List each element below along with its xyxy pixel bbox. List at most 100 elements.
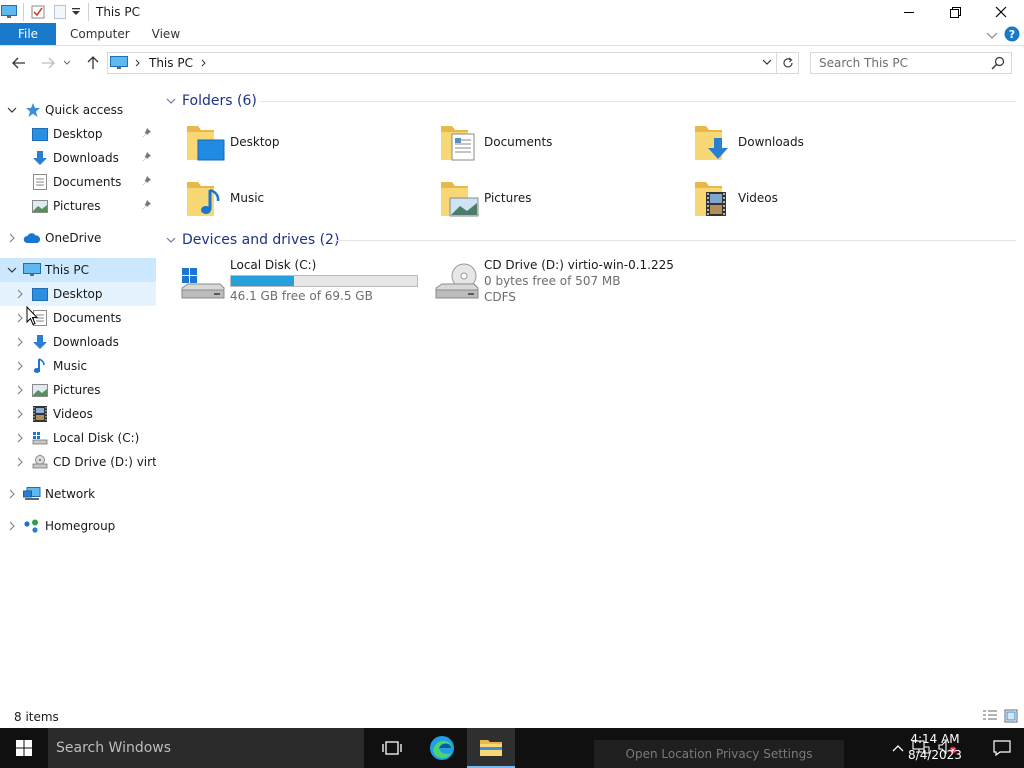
task-view-icon xyxy=(382,741,402,755)
drive-cd-d[interactable]: CD Drive (D:) virtio-win-0.1.225 0 bytes… xyxy=(434,258,734,310)
devices-group-header[interactable]: Devices and drives (2) xyxy=(166,230,339,250)
notification-icon xyxy=(993,740,1011,756)
minimize-button[interactable] xyxy=(886,0,932,24)
taskbar-search-text: Search Windows xyxy=(56,740,172,756)
help-icon[interactable]: ? xyxy=(1004,26,1020,45)
this-pc-icon xyxy=(110,56,128,70)
clock[interactable]: 4:14 AM 8/4/2023 xyxy=(908,731,962,763)
folder-music[interactable]: Music xyxy=(184,174,434,222)
taskbar-search[interactable]: Search Windows xyxy=(48,728,364,768)
tab-computer[interactable]: Computer xyxy=(56,23,144,45)
nav-label: Documents xyxy=(53,311,122,325)
folder-pictures[interactable]: Pictures xyxy=(438,174,688,222)
folder-desktop[interactable]: Desktop xyxy=(184,118,434,166)
chevron-right-icon[interactable] xyxy=(14,288,26,300)
nav-onedrive[interactable]: OneDrive xyxy=(0,226,156,250)
pin-icon[interactable] xyxy=(142,175,152,189)
nav-pc-videos[interactable]: Videos xyxy=(0,402,156,426)
location-privacy-toast[interactable]: Open Location Privacy Settings xyxy=(594,740,844,768)
folders-header-label: Folders (6) xyxy=(182,93,257,109)
this-pc-window-icon xyxy=(0,3,18,21)
nav-quick-downloads[interactable]: Downloads xyxy=(0,146,156,170)
details-view-icon[interactable] xyxy=(982,709,998,726)
nav-quick-access[interactable]: Quick access xyxy=(0,98,156,122)
show-hidden-icons-chevron-icon[interactable] xyxy=(892,741,904,755)
nav-label: Pictures xyxy=(53,199,101,213)
chevron-right-icon[interactable] xyxy=(14,360,26,372)
chevron-down-icon[interactable] xyxy=(6,264,18,276)
address-bar[interactable]: This PC xyxy=(107,52,777,74)
search-icon[interactable] xyxy=(991,56,1005,73)
new-folder-icon[interactable] xyxy=(51,3,69,21)
chevron-right-icon[interactable] xyxy=(14,336,26,348)
nav-pc-downloads[interactable]: Downloads xyxy=(0,330,156,354)
pin-icon[interactable] xyxy=(142,151,152,165)
start-button[interactable] xyxy=(0,728,48,768)
nav-quick-desktop[interactable]: Desktop xyxy=(0,122,156,146)
chevron-right-icon[interactable] xyxy=(6,520,18,532)
music-note-icon xyxy=(31,358,49,374)
search-box[interactable] xyxy=(810,52,1012,74)
tab-file[interactable]: File xyxy=(0,23,56,45)
chevron-right-icon[interactable] xyxy=(14,456,26,468)
pin-icon[interactable] xyxy=(142,199,152,213)
chevron-right-icon[interactable] xyxy=(14,312,26,324)
chevron-right-icon[interactable] xyxy=(14,384,26,396)
pin-icon[interactable] xyxy=(142,127,152,141)
folder-downloads[interactable]: Downloads xyxy=(692,118,942,166)
cd-drive-icon xyxy=(434,262,480,305)
properties-icon[interactable] xyxy=(29,3,47,21)
restore-button[interactable] xyxy=(932,0,978,24)
nav-pc-documents[interactable]: Documents xyxy=(0,305,156,330)
chevron-right-icon[interactable] xyxy=(14,408,26,420)
expand-ribbon-chevron-icon[interactable] xyxy=(986,29,998,43)
nav-pc-music[interactable]: Music xyxy=(0,354,156,378)
qa-separator xyxy=(23,3,24,21)
large-icons-view-icon[interactable] xyxy=(1004,709,1018,726)
breadcrumb-this-pc[interactable]: This PC xyxy=(149,56,193,70)
action-center-button[interactable] xyxy=(980,728,1024,768)
chevron-right-icon[interactable] xyxy=(6,488,18,500)
nav-this-pc[interactable]: This PC xyxy=(0,258,156,282)
folder-documents[interactable]: Documents xyxy=(438,118,688,166)
breadcrumb-child-chevron-icon[interactable] xyxy=(201,59,207,67)
drive-local-disk-c[interactable]: Local Disk (C:) 46.1 GB free of 69.5 GB xyxy=(180,258,430,310)
file-explorer-taskbar-button[interactable] xyxy=(467,728,515,768)
refresh-button[interactable] xyxy=(777,52,799,74)
nav-pc-pictures[interactable]: Pictures xyxy=(0,378,156,402)
nav-quick-documents[interactable]: Documents xyxy=(0,170,156,194)
edge-taskbar-button[interactable] xyxy=(418,728,466,768)
back-button[interactable] xyxy=(8,52,30,74)
pictures-icon xyxy=(31,382,49,398)
nav-quick-pictures[interactable]: Pictures xyxy=(0,194,156,218)
documents-folder-icon xyxy=(438,120,482,167)
folder-name: Music xyxy=(230,191,265,205)
chevron-right-icon[interactable] xyxy=(14,432,26,444)
recent-locations-button[interactable] xyxy=(60,52,74,74)
nav-network[interactable]: Network xyxy=(0,482,156,506)
customize-qa-dropdown-icon[interactable] xyxy=(69,3,83,21)
chevron-down-icon[interactable] xyxy=(166,98,176,104)
chevron-down-icon[interactable] xyxy=(166,237,176,243)
close-button[interactable] xyxy=(978,0,1024,24)
folder-videos[interactable]: Videos xyxy=(692,174,942,222)
nav-pc-local-disk[interactable]: Local Disk (C:) xyxy=(0,426,156,450)
up-arrow-icon xyxy=(87,56,99,69)
nav-label: CD Drive (D:) virtio- xyxy=(53,455,156,469)
folders-group-header[interactable]: Folders (6) xyxy=(166,91,257,111)
drive-name: CD Drive (D:) virtio-win-0.1.225 xyxy=(484,258,674,272)
chevron-right-icon[interactable] xyxy=(6,232,18,244)
forward-button[interactable] xyxy=(37,52,59,74)
nav-homegroup[interactable]: Homegroup xyxy=(0,514,156,538)
nav-pc-desktop[interactable]: Desktop xyxy=(0,282,156,306)
search-input[interactable] xyxy=(819,56,989,70)
chevron-down-icon[interactable] xyxy=(6,104,18,116)
local-disk-icon xyxy=(31,430,49,446)
clock-date: 8/4/2023 xyxy=(908,748,962,762)
task-view-button[interactable] xyxy=(368,728,416,768)
nav-pc-cd-drive[interactable]: CD Drive (D:) virtio- xyxy=(0,450,156,474)
breadcrumb-separator-icon[interactable] xyxy=(135,59,141,67)
address-dropdown-icon[interactable] xyxy=(762,59,772,66)
up-button[interactable] xyxy=(82,52,104,74)
tab-view[interactable]: View xyxy=(144,23,188,45)
